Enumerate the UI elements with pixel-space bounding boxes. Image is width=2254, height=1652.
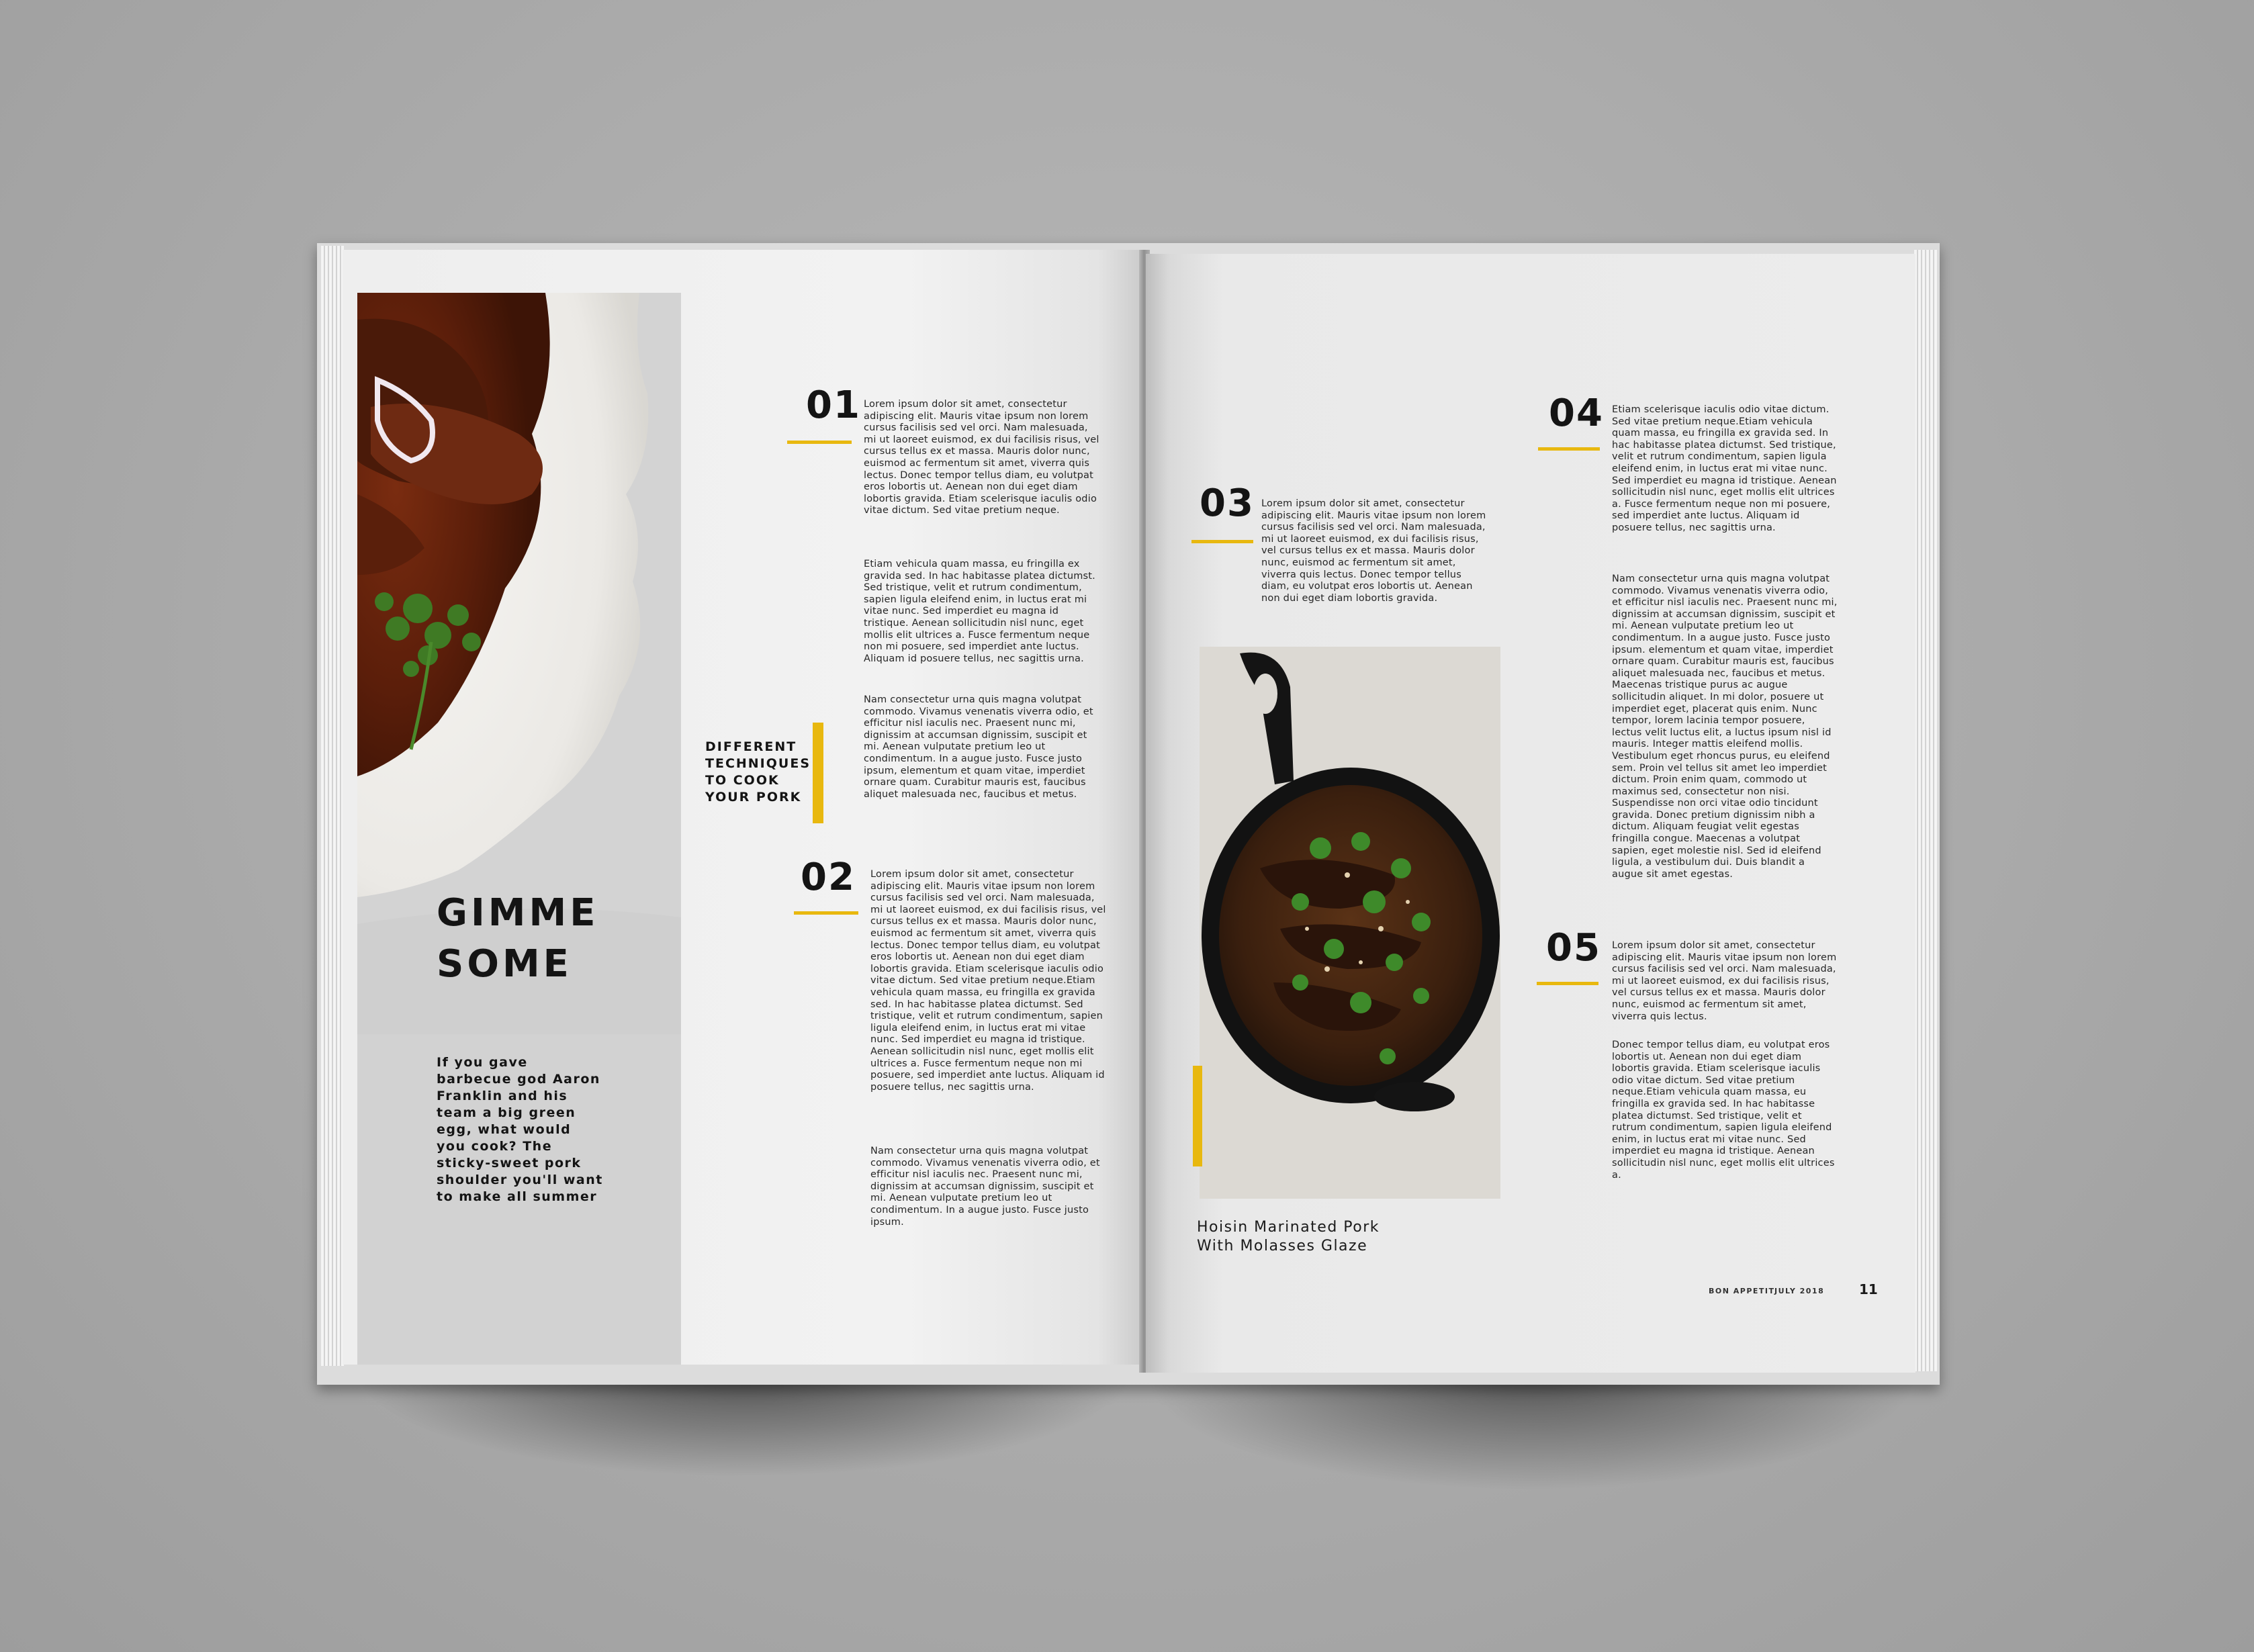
title-line-2: SOME — [437, 942, 572, 986]
section-number-03: 03 — [1200, 481, 1255, 525]
magazine-mockup: GIMME SOME If you gave barbecue god Aaro… — [0, 0, 2254, 1652]
section-number-04: 04 — [1549, 392, 1604, 435]
section-04-paragraph-1: Etiam scelerisque iaculis odio vitae dic… — [1612, 404, 1837, 533]
section-04-paragraph-2: Nam consectetur urna quis magna volutpat… — [1612, 573, 1838, 880]
title-line-1: GIMME — [437, 891, 599, 935]
skillet-illustration — [1200, 647, 1500, 1199]
intro-text: If you gave barbecue god Aaron Franklin … — [437, 1055, 603, 1204]
section-01-paragraph-3: Nam consectetur urna quis magna volutpat… — [864, 694, 1093, 800]
left-page: GIMME SOME If you gave barbecue god Aaro… — [343, 250, 1146, 1365]
section-02-paragraph-1: Lorem ipsum dolor sit amet, consectetur … — [870, 869, 1106, 1093]
skillet-pork-photo — [1200, 647, 1500, 1199]
page-edges-right — [1914, 250, 1937, 1371]
accent-underline-04 — [1538, 447, 1600, 451]
section-number-02: 02 — [801, 856, 856, 899]
pull-quote-line-3: TO COOK — [705, 773, 780, 788]
caption-line-2: With Molasses Glaze — [1197, 1238, 1368, 1254]
footer-issue-date: JULY 2018 — [1774, 1287, 1825, 1295]
accent-underline-05 — [1537, 982, 1598, 985]
pull-quote: DIFFERENT TECHNIQUES TO COOK YOUR PORK — [705, 739, 811, 806]
section-03-paragraph-1: Lorem ipsum dolor sit amet, consectetur … — [1261, 498, 1486, 604]
pull-quote-line-1: DIFFERENT — [705, 739, 797, 754]
section-02-paragraph-2: Nam consectetur urna quis magna volutpat… — [870, 1146, 1100, 1228]
footer-magazine-name: BON APPETIT — [1709, 1287, 1775, 1295]
page-title: GIMME SOME — [437, 888, 599, 990]
page-number: 11 — [1859, 1281, 1878, 1297]
section-01-paragraph-2: Etiam vehicula quam massa, eu fringilla … — [864, 559, 1095, 664]
section-01-paragraph-1: Lorem ipsum dolor sit amet, consectetur … — [864, 399, 1099, 516]
pull-quote-line-4: YOUR PORK — [705, 790, 802, 805]
caption-line-1: Hoisin Marinated Pork — [1197, 1219, 1380, 1236]
pull-quote-bar — [813, 723, 823, 823]
section-number-01: 01 — [806, 383, 861, 427]
section-number-05: 05 — [1546, 926, 1601, 970]
photo-accent-bar — [1193, 1066, 1202, 1166]
accent-underline-02 — [794, 911, 858, 915]
accent-underline-01 — [787, 441, 852, 444]
section-05-paragraph-1: Lorem ipsum dolor sit amet, consectetur … — [1612, 940, 1837, 1022]
accent-underline-03 — [1191, 540, 1253, 543]
photo-caption: Hoisin Marinated Pork With Molasses Glaz… — [1197, 1218, 1380, 1256]
pull-quote-line-2: TECHNIQUES — [705, 756, 811, 771]
page-edges-left — [321, 246, 344, 1366]
right-page: 03 Lorem ipsum dolor sit amet, consectet… — [1146, 254, 1915, 1373]
section-05-paragraph-2: Donec tempor tellus diam, eu volutpat er… — [1612, 1040, 1835, 1181]
